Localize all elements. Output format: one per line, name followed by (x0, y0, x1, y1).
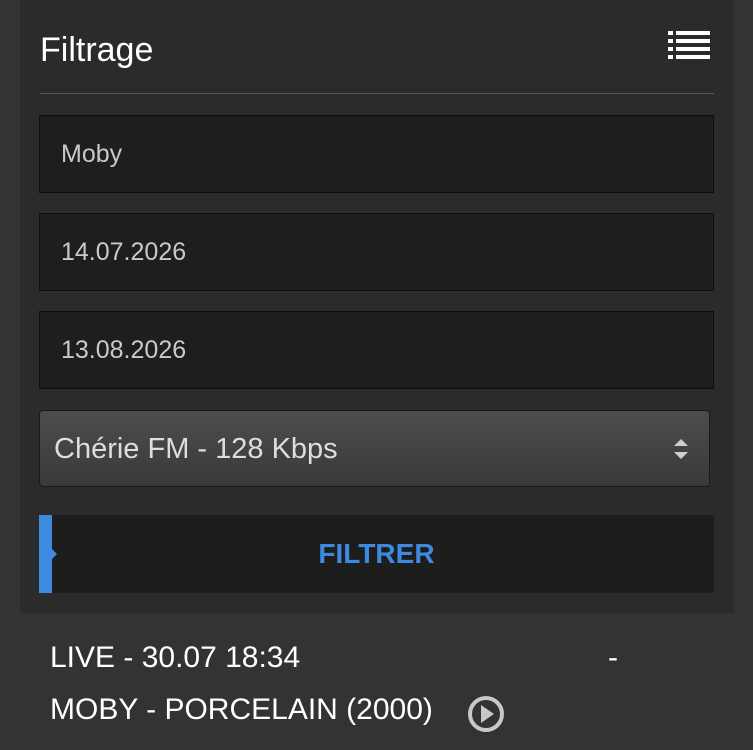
date-from-field (39, 213, 714, 291)
play-circle-icon[interactable] (467, 695, 505, 733)
live-timestamp: LIVE - 30.07 18:34 (50, 641, 301, 674)
filter-panel-title: Filtrage (40, 31, 154, 69)
result-dash: - (608, 641, 618, 674)
artist-field (39, 115, 714, 193)
station-select-value: Chérie FM - 128 Kbps (54, 433, 338, 465)
track-title: MOBY - PORCELAIN (2000) (50, 693, 433, 726)
sort-arrows-icon (674, 439, 688, 459)
filter-button-label: FILTRER (318, 538, 435, 569)
date-to-field (39, 311, 714, 389)
artist-input[interactable] (40, 116, 713, 192)
date-to-input[interactable] (40, 312, 713, 388)
title-divider (40, 93, 714, 94)
filter-button[interactable]: FILTRER (39, 515, 714, 593)
list-icon[interactable] (668, 30, 710, 62)
date-from-input[interactable] (40, 214, 713, 290)
filter-panel: Filtrage Chérie FM - 128 Kbps FILTRER (20, 0, 734, 613)
station-select[interactable]: Chérie FM - 128 Kbps (39, 410, 710, 487)
